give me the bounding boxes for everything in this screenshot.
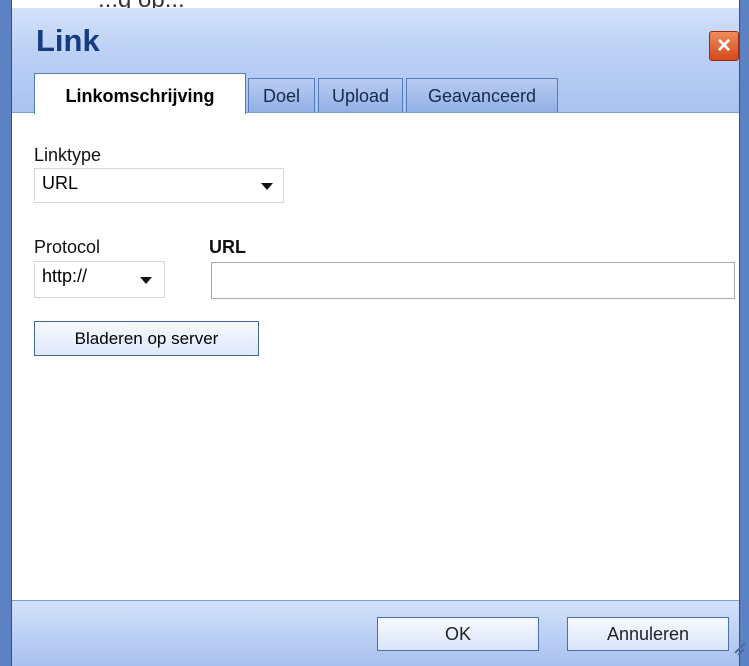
dialog-left-border xyxy=(0,0,12,666)
url-label: URL xyxy=(209,237,246,257)
protocol-label: Protocol xyxy=(34,237,101,257)
linktype-selected-value: URL xyxy=(42,173,79,193)
linktype-select[interactable]: URL xyxy=(34,168,284,203)
close-icon[interactable]: × xyxy=(709,31,739,61)
tab-doel[interactable]: Doel xyxy=(248,78,315,113)
dialog-right-border xyxy=(739,0,749,666)
dialog-footer: OK Annuleren xyxy=(12,600,739,666)
chevron-down-icon xyxy=(140,277,152,284)
dialog-title: Link xyxy=(36,23,100,58)
tab-upload[interactable]: Upload xyxy=(318,78,403,113)
tab-linkomschrijving[interactable]: Linkomschrijving xyxy=(34,73,246,114)
cancel-button[interactable]: Annuleren xyxy=(567,617,729,651)
tab-geavanceerd[interactable]: Geavanceerd xyxy=(406,78,558,113)
protocol-select[interactable]: http:// xyxy=(34,261,165,298)
dialog-content: Linktype URL Protocol URL http:// Blader… xyxy=(12,112,739,600)
linktype-label: Linktype xyxy=(34,145,102,165)
link-dialog: Link × Linkomschrijving Doel Upload Geav… xyxy=(0,0,749,666)
protocol-selected-value: http:// xyxy=(42,266,88,286)
resize-grip[interactable] xyxy=(727,638,747,658)
browse-server-button[interactable]: Bladeren op server xyxy=(34,321,259,356)
chevron-down-icon xyxy=(261,183,273,190)
ok-button[interactable]: OK xyxy=(377,617,539,651)
url-input[interactable] xyxy=(211,262,735,299)
